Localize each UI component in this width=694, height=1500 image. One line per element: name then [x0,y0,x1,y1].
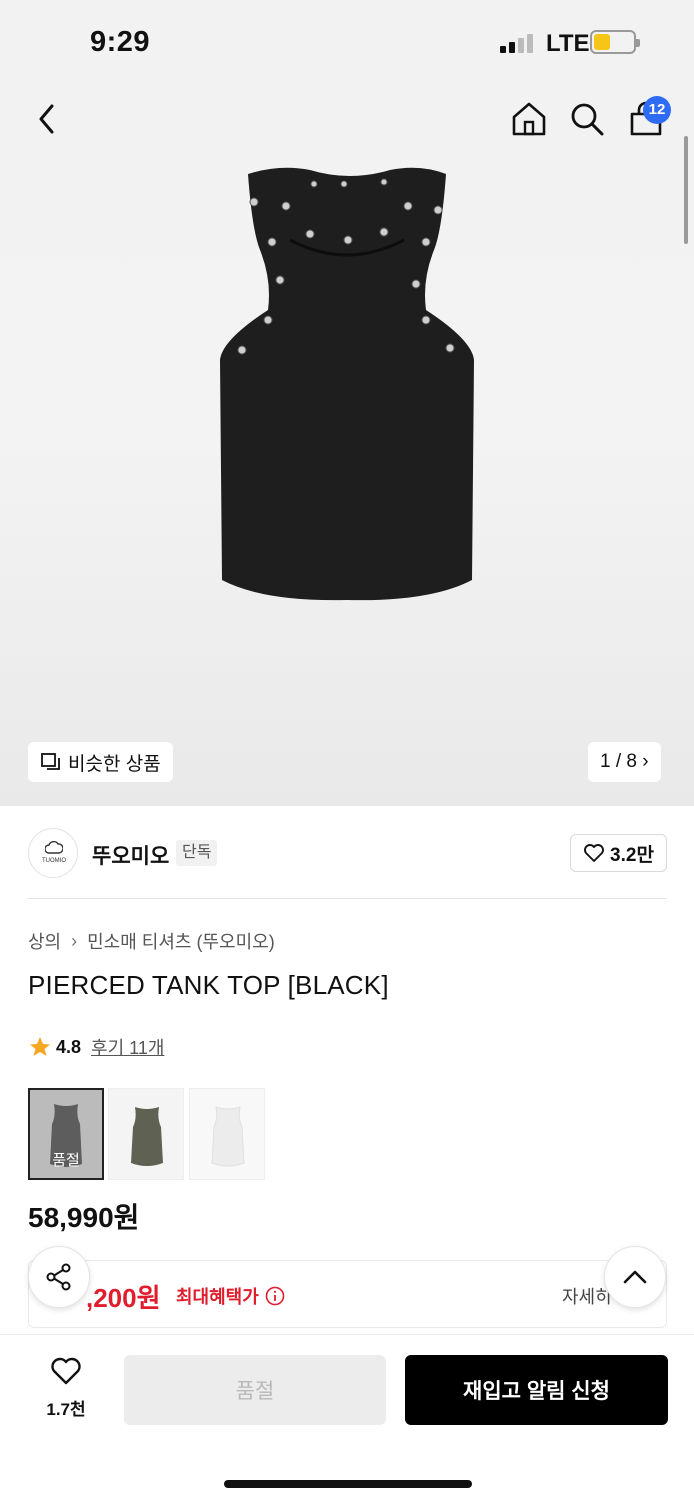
breadcrumb: 상의 › 민소매 티셔츠 (뚜오미오) [28,928,275,954]
breadcrumb-subcategory[interactable]: 민소매 티셔츠 (뚜오미오) [87,928,275,954]
search-icon[interactable] [568,100,606,138]
home-indicator[interactable] [224,1480,472,1488]
max-benefit-label: 최대혜택가 [176,1287,259,1307]
max-benefit-label-row[interactable]: 최대혜택가 [176,1283,285,1309]
benefit-detail-link[interactable]: 자세히 [562,1283,612,1309]
cloud-logo-icon [45,841,63,854]
chevron-up-icon [623,1270,647,1284]
carrier-label: LTE [546,30,590,57]
brand-like-count: 3.2만 [610,844,654,866]
restock-alert-button[interactable]: 재입고 알림 신청 [405,1355,668,1425]
gallery-page-indicator[interactable]: 1 / 8 › [588,742,661,782]
scrollbar[interactable] [684,136,688,244]
color-swatch-white[interactable] [189,1088,265,1180]
breadcrumb-category[interactable]: 상의 [28,928,61,954]
scroll-top-button[interactable] [604,1246,666,1308]
soldout-button-label: 품절 [235,1380,275,1403]
signal-icon [500,34,533,53]
swatch-image-olive [109,1089,183,1179]
wishlist-button[interactable]: 1.7천 [38,1356,94,1420]
status-time: 9:29 [90,26,151,58]
restock-alert-label: 재입고 알림 신청 [463,1380,610,1403]
similar-products-button[interactable]: 비슷한 상품 [28,742,173,782]
share-button[interactable] [28,1246,90,1308]
product-title: PIERCED TANK TOP [BLACK] [28,970,389,1000]
product-image[interactable] [210,160,484,608]
review-count-link[interactable]: 후기 11개 [91,1034,164,1060]
info-icon[interactable] [265,1286,285,1306]
star-icon [30,1037,50,1056]
color-swatch-olive[interactable] [108,1088,184,1180]
page-indicator-label: 1 / 8 › [600,751,649,772]
swatch-image-white [190,1089,264,1179]
rating-score: 4.8 [56,1036,82,1057]
home-icon[interactable] [510,100,548,138]
brand-like-button[interactable]: 3.2만 [570,834,667,872]
exclusive-tag: 단독 [176,840,218,866]
similar-icon [41,753,60,770]
brand-logo-text: TUOMIO [42,858,66,864]
soldout-label: 품절 [52,1152,80,1169]
heart-icon [584,844,604,862]
brand-logo[interactable]: TUOMIO [28,828,78,878]
divider [28,898,667,899]
product-price: 58,990원 [28,1202,140,1233]
share-icon [46,1263,71,1291]
heart-icon [51,1357,81,1385]
color-swatch-black[interactable]: 품절 [28,1088,104,1180]
battery-icon [590,30,640,54]
similar-products-label: 비슷한 상품 [68,753,161,775]
max-benefit-price: ,200원 [86,1283,161,1313]
breadcrumb-separator: › [71,930,78,951]
back-icon[interactable] [34,102,60,136]
soldout-button: 품절 [124,1355,386,1425]
product-gallery[interactable]: 9:29 LTE 12 비슷한 상품 1 / 8 › [0,0,694,806]
cart-count-badge: 12 [643,96,671,124]
wishlist-count: 1.7천 [46,1400,86,1419]
rating-row[interactable]: 4.8 후기 11개 [28,1034,164,1060]
brand-name[interactable]: 뚜오미오 [92,840,169,870]
